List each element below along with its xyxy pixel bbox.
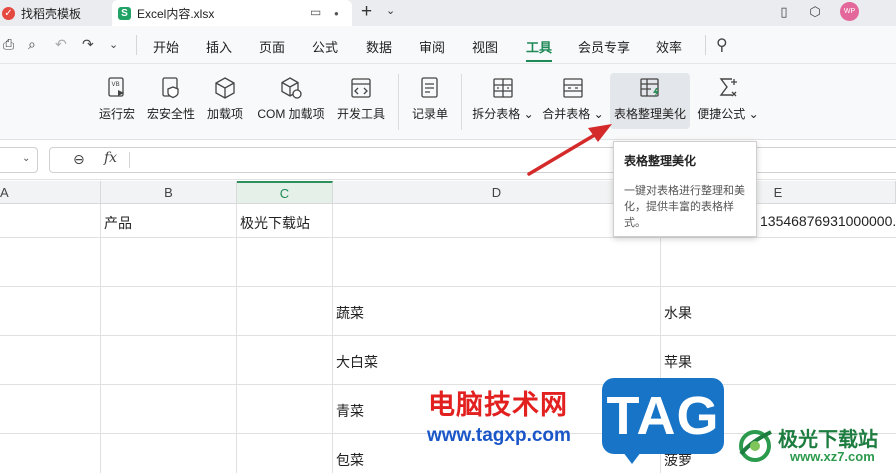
monitor-icon[interactable]: ▭: [310, 5, 321, 19]
new-tab-plus-icon[interactable]: +: [361, 1, 372, 23]
grid-line: [0, 286, 896, 287]
tooltip-description: 一键对表格进行整理和美化，提供丰富的表格样式。: [624, 185, 745, 229]
split-table-button[interactable]: 拆分表格 ⌄: [472, 76, 534, 128]
undo-icon[interactable]: ↶: [55, 36, 67, 53]
column-header-a[interactable]: A: [0, 181, 101, 204]
watermark-site-name: 电脑技术网: [428, 390, 568, 420]
menu-tools[interactable]: 工具: [526, 37, 552, 56]
quick-formula-button[interactable]: 便捷公式 ⌄: [697, 76, 759, 128]
merge-table-button[interactable]: 合并表格 ⌄: [542, 76, 604, 128]
active-menu-underline: [526, 60, 552, 62]
menu-review[interactable]: 审阅: [419, 37, 445, 56]
chevron-down-icon[interactable]: ⌄: [22, 153, 30, 164]
dev-tools-icon: [351, 78, 371, 98]
tab-template-store[interactable]: ✓ 找稻壳模板: [0, 0, 108, 26]
menu-member[interactable]: 会员专享: [578, 37, 630, 56]
tab-active-workbook[interactable]: S Excel内容.xlsx ▭ ●: [112, 0, 352, 27]
grid-line: [0, 237, 896, 238]
tab-label: 找稻壳模板: [21, 6, 82, 21]
cell-e3[interactable]: 水果: [664, 303, 692, 323]
menu-view[interactable]: 视图: [472, 37, 498, 56]
spreadsheet-app-window: ✓ 找稻壳模板 S Excel内容.xlsx ▭ ● + ⌄ ▯ ⬡ WP ⎙ …: [0, 0, 896, 473]
svg-text:VB: VB: [112, 81, 120, 88]
document-tab-bar: ✓ 找稻壳模板 S Excel内容.xlsx ▭ ● + ⌄ ▯ ⬡ WP: [0, 0, 896, 27]
cell-d6[interactable]: 包菜: [336, 450, 364, 470]
split-table-icon: [493, 78, 513, 98]
cell-e1[interactable]: 13546876931000000.0: [760, 213, 896, 229]
redo-icon[interactable]: ↷: [82, 36, 94, 53]
docer-logo-icon: ✓: [2, 6, 15, 20]
main-menu-bar: ⎙ ⌕ ↶ ↷ ⌄ 开始 插入 页面 公式 数据 审阅 视图 工具 会员专享 效…: [0, 26, 896, 64]
insert-function-icon[interactable]: fx: [104, 150, 117, 166]
print-preview-icon[interactable]: ⌕: [28, 36, 36, 53]
menu-formula[interactable]: 公式: [312, 37, 338, 56]
addin-cube-icon: [215, 77, 235, 99]
cube-icon[interactable]: ⬡: [807, 4, 823, 20]
tools-ribbon: VB 运行宏 宏安全性 加载项 COM 加载项 开发工具 记录单 拆分表格 ⌄: [0, 64, 896, 140]
cell-b1[interactable]: 产品: [104, 213, 132, 233]
formula-input[interactable]: [49, 147, 896, 173]
table-beautify-tooltip: 表格整理美化 一键对表格进行整理和美化，提供丰富的表格样式。: [613, 141, 757, 237]
formula-divider: [129, 152, 130, 168]
watermark-tag-logo: TAG: [602, 378, 724, 454]
record-form-icon: [421, 77, 438, 98]
menu-divider: [136, 35, 137, 55]
table-beautify-icon: [640, 78, 659, 98]
name-box[interactable]: [0, 147, 38, 173]
zoom-icon[interactable]: ⊖: [73, 151, 85, 168]
tab-dot-icon[interactable]: ●: [334, 9, 339, 18]
record-form-button[interactable]: 记录单: [410, 76, 450, 128]
cell-e4[interactable]: 苹果: [664, 352, 692, 372]
grid-line: [0, 335, 896, 336]
cell-c1[interactable]: 极光下载站: [240, 213, 310, 233]
chevron-down-icon[interactable]: ⌄: [386, 4, 395, 17]
column-header-c[interactable]: C: [237, 181, 333, 204]
macro-security-button[interactable]: 宏安全性: [145, 76, 197, 128]
column-header-d[interactable]: D: [333, 181, 661, 204]
print-icon[interactable]: ⎙: [3, 36, 14, 53]
menu-home[interactable]: 开始: [153, 37, 179, 56]
layout-icon[interactable]: ▯: [776, 4, 792, 20]
watermark-site-url: www.tagxp.com: [427, 425, 571, 446]
watermark-tag-tail: [620, 448, 644, 464]
merge-table-icon: [563, 78, 583, 98]
addins-button[interactable]: 加载项: [205, 76, 245, 128]
ribbon-divider: [398, 74, 399, 130]
tooltip-title: 表格整理美化: [624, 154, 697, 168]
aurora-logo-icon: [739, 430, 772, 462]
com-addins-button[interactable]: COM 加载项: [253, 76, 329, 128]
watermark-brand-name: 极光下载站: [778, 429, 878, 451]
table-beautify-button[interactable]: 表格整理美化: [610, 73, 690, 129]
menu-divider: [705, 35, 706, 55]
spreadsheet-file-icon: S: [118, 7, 131, 20]
menu-page[interactable]: 页面: [259, 37, 285, 56]
quick-access-more-icon[interactable]: ⌄: [109, 38, 118, 51]
macro-shield-icon: [162, 77, 179, 99]
ribbon-divider: [461, 74, 462, 130]
cell-d4[interactable]: 大白菜: [336, 352, 378, 372]
developer-tools-button[interactable]: 开发工具: [335, 76, 387, 128]
search-icon[interactable]: ⚲: [716, 35, 728, 55]
column-header-b[interactable]: B: [101, 181, 237, 204]
cell-d5[interactable]: 青菜: [336, 401, 364, 421]
watermark-brand-url: www.xz7.com: [790, 449, 875, 464]
tab-label: Excel内容.xlsx: [137, 7, 215, 21]
com-addin-icon: [281, 77, 302, 99]
run-macro-button[interactable]: VB 运行宏: [97, 76, 137, 128]
menu-efficiency[interactable]: 效率: [656, 37, 682, 56]
user-avatar[interactable]: WP: [840, 2, 859, 21]
cell-d3[interactable]: 蔬菜: [336, 303, 364, 323]
menu-data[interactable]: 数据: [366, 37, 392, 56]
menu-insert[interactable]: 插入: [206, 37, 232, 56]
vb-macro-icon: VB: [108, 77, 124, 97]
formula-bar: ⌄ ⊖ fx: [0, 140, 896, 180]
quick-formula-icon: [719, 78, 737, 97]
